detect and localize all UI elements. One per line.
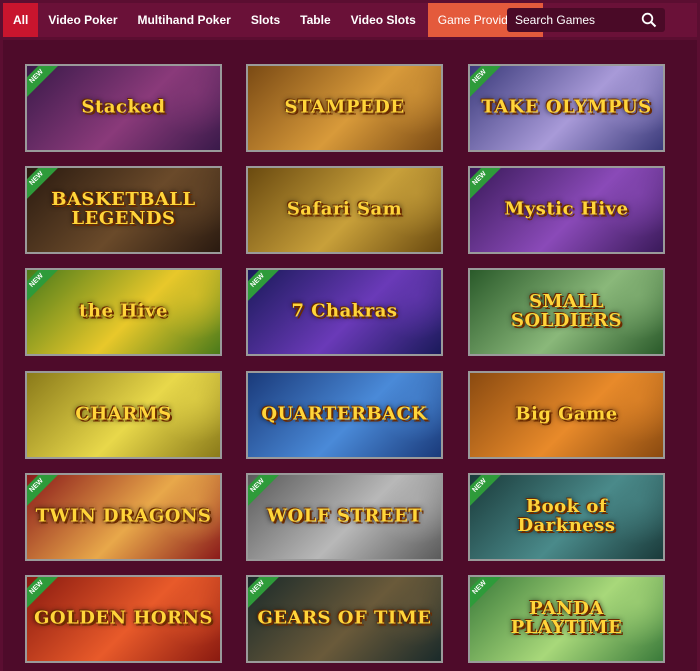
game-title: TAKE OLYMPUS — [481, 96, 652, 118]
game-tile[interactable]: TWIN DRAGONS NEW — [25, 473, 222, 561]
game-tile[interactable]: GEARS OF TIME NEW — [246, 575, 443, 663]
nav-item-video-slots[interactable]: Video Slots — [341, 3, 426, 37]
new-badge: NEW — [470, 168, 502, 201]
game-title: Safari Sam — [286, 198, 403, 220]
game-title: STAMPEDE — [284, 96, 405, 118]
new-badge: NEW — [27, 475, 59, 508]
game-tile[interactable]: TAKE OLYMPUS NEW — [468, 64, 665, 152]
new-badge: NEW — [27, 577, 59, 610]
game-title: PANDA PLAYTIME — [510, 598, 623, 638]
search-input[interactable] — [515, 13, 635, 27]
game-title: GEARS OF TIME — [257, 607, 432, 629]
nav-item-multihand-poker[interactable]: Multihand Poker — [127, 3, 240, 37]
game-title: Book of Darkness — [517, 496, 616, 536]
search-icon[interactable] — [641, 12, 657, 28]
game-title: SMALL SOLDIERS — [510, 291, 623, 331]
new-badge: NEW — [248, 270, 280, 303]
game-grid: Stacked NEW STAMPEDE TAKE OLYMPUS NEW BASKETB… — [3, 40, 697, 671]
game-tile[interactable]: STAMPEDE — [246, 64, 443, 152]
game-title: CHARMS — [75, 403, 172, 425]
game-tile[interactable]: Stacked NEW — [25, 64, 222, 152]
game-tile[interactable]: PANDA PLAYTIME NEW — [468, 575, 665, 663]
new-badge: NEW — [27, 270, 59, 303]
new-badge: NEW — [27, 66, 59, 99]
game-tile[interactable]: the Hive NEW — [25, 268, 222, 356]
page: All Video Poker Multihand Poker Slots Ta… — [0, 0, 700, 671]
game-tile[interactable]: WOLF STREET NEW — [246, 473, 443, 561]
game-tile[interactable]: Mystic Hive NEW — [468, 166, 665, 254]
game-title: Stacked — [81, 96, 166, 118]
game-title: QUARTERBACK — [261, 403, 428, 425]
game-title: Mystic Hive — [504, 198, 629, 220]
new-badge: NEW — [248, 475, 280, 508]
game-tile[interactable]: SMALL SOLDIERS — [468, 268, 665, 356]
new-badge: NEW — [248, 577, 280, 610]
game-tile[interactable]: Book of Darkness NEW — [468, 473, 665, 561]
nav-item-table[interactable]: Table — [290, 3, 340, 37]
game-title: GOLDEN HORNS — [34, 607, 213, 629]
game-title: WOLF STREET — [266, 505, 423, 527]
game-title: the Hive — [79, 300, 168, 322]
game-tile[interactable]: Safari Sam — [246, 166, 443, 254]
game-tile[interactable]: 7 Chakras NEW — [246, 268, 443, 356]
game-title: Big Game — [515, 403, 618, 425]
game-tile[interactable]: GOLDEN HORNS NEW — [25, 575, 222, 663]
game-tile[interactable]: QUARTERBACK — [246, 371, 443, 459]
nav-item-video-poker[interactable]: Video Poker — [38, 3, 127, 37]
game-tile[interactable]: CHARMS — [25, 371, 222, 459]
nav-item-all[interactable]: All — [3, 3, 39, 37]
game-title: BASKETBALL LEGENDS — [51, 189, 196, 229]
new-badge: NEW — [470, 66, 502, 99]
game-title: TWIN DRAGONS — [35, 505, 212, 527]
game-title: 7 Chakras — [291, 300, 398, 322]
top-nav: All Video Poker Multihand Poker Slots Ta… — [3, 3, 697, 37]
nav-item-slots[interactable]: Slots — [241, 3, 290, 37]
game-tile[interactable]: Big Game — [468, 371, 665, 459]
search-box — [507, 8, 665, 32]
game-tile[interactable]: BASKETBALL LEGENDS NEW — [25, 166, 222, 254]
